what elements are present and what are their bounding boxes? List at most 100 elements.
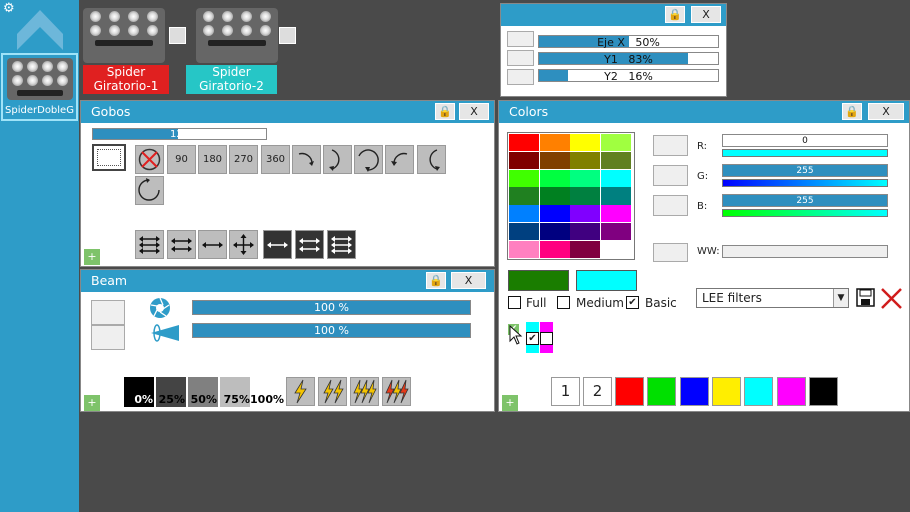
fixture-2-thumbnail[interactable] [196, 8, 278, 63]
color-grid-cell[interactable] [570, 134, 600, 152]
mode-basic-checkbox[interactable]: ✔ [626, 296, 639, 309]
color-grid-cell[interactable] [570, 240, 600, 259]
color-preset-button[interactable] [776, 377, 806, 406]
close-button[interactable]: X [868, 103, 904, 120]
color-grid-cell[interactable] [600, 187, 631, 205]
color-grid-cell[interactable] [600, 205, 631, 223]
gobo-shake-fast-1-icon[interactable] [263, 230, 292, 259]
fader-x[interactable]: Eje X 50% [538, 35, 719, 49]
color-preset-button[interactable] [679, 377, 709, 406]
dimmer-25-button[interactable]: 25% [156, 377, 186, 407]
zoom-fader[interactable]: 100 % [192, 323, 471, 338]
gobo-arc-ccw-180-icon[interactable] [417, 145, 446, 174]
gobo-arc-180-icon[interactable] [323, 145, 352, 174]
gobo-arc-270-icon[interactable] [354, 145, 383, 174]
gobo-stop-rotation-icon[interactable] [135, 145, 164, 174]
gobo-shake-4-icon[interactable] [229, 230, 258, 259]
color-preset-button[interactable] [615, 377, 644, 406]
red-fader[interactable]: 0 [722, 134, 888, 147]
dimmer-0-button[interactable]: 0% [124, 377, 154, 407]
mode-full-checkbox[interactable] [508, 296, 521, 309]
strobe-2-icon[interactable] [318, 377, 347, 406]
colors-add-button[interactable]: + [502, 395, 518, 411]
gobo-shake-1-icon[interactable] [135, 230, 164, 259]
color-grid-cell[interactable] [509, 187, 539, 205]
color-grid-cell[interactable] [570, 205, 600, 223]
settings-gear-icon[interactable]: ⚙ [3, 1, 15, 16]
gobo-rotate-180-button[interactable]: 180 [198, 145, 227, 174]
preset-2-button[interactable]: 2 [583, 377, 612, 406]
magenta-chip-checkbox[interactable] [540, 332, 553, 345]
save-icon[interactable] [856, 288, 875, 307]
fixture-2-label[interactable]: Spider Giratorio-2 [186, 65, 277, 94]
color-grid-cell[interactable] [539, 151, 570, 170]
fixture-2-select-box[interactable] [279, 27, 296, 44]
color-preset-button[interactable] [808, 377, 838, 406]
zoom-button[interactable] [91, 325, 125, 350]
color-grid-cell[interactable] [570, 151, 600, 170]
fixture-1-select-box[interactable] [169, 27, 186, 44]
blue-preset-button[interactable] [653, 195, 688, 216]
lock-icon[interactable]: 🔒 [665, 6, 685, 23]
fader-y1-button[interactable] [507, 50, 534, 66]
gobo-rotate-270-button[interactable]: 270 [229, 145, 258, 174]
magenta-chip[interactable] [540, 322, 553, 353]
color-grid-cell[interactable] [539, 187, 570, 205]
color-grid-cell[interactable] [600, 169, 631, 187]
lock-icon[interactable]: 🔒 [842, 103, 862, 120]
lock-icon[interactable]: 🔒 [435, 103, 455, 120]
color-grid-cell[interactable] [600, 151, 631, 170]
gobo-fader[interactable]: 128 [92, 128, 267, 140]
gobo-shake-fast-2-icon[interactable] [295, 230, 324, 259]
close-button[interactable]: X [451, 272, 486, 289]
fader-y2-button[interactable] [507, 69, 534, 85]
strobe-1-icon[interactable] [286, 377, 315, 406]
gobo-open-button[interactable] [92, 144, 126, 171]
ww-fader[interactable] [722, 245, 888, 258]
dimmer-100-button[interactable]: 100% [250, 377, 284, 407]
fader-y1[interactable]: Y1 83% [538, 52, 719, 66]
color-grid-cell[interactable] [539, 223, 570, 241]
close-button[interactable]: X [459, 103, 489, 120]
cyan-chip[interactable]: ✔ [526, 322, 539, 353]
color-grid-cell[interactable] [539, 240, 570, 259]
color-grid-cell[interactable] [509, 151, 539, 170]
ww-preset-button[interactable] [653, 243, 688, 262]
iris-fader[interactable]: 100 % [192, 300, 471, 315]
color-preset-button[interactable] [744, 377, 774, 406]
beam-add-button[interactable]: + [84, 395, 100, 411]
fader-x-button[interactable] [507, 31, 534, 47]
gobo-arc-90-icon[interactable] [292, 145, 321, 174]
gobo-shake-3-icon[interactable] [198, 230, 227, 259]
device-tile[interactable]: SpiderDobleG [1, 53, 78, 121]
gobo-arc-ccw-270-icon[interactable] [135, 176, 164, 205]
delete-icon[interactable] [880, 288, 903, 309]
close-button[interactable]: X [691, 6, 721, 23]
color-grid-cell[interactable] [600, 240, 631, 259]
green-fader[interactable]: 255 [722, 164, 888, 177]
color-grid-cell[interactable] [600, 223, 631, 241]
gobo-rotate-360-button[interactable]: 360 [261, 145, 290, 174]
scroll-up-chevron-icon[interactable] [17, 10, 63, 50]
color-grid-cell[interactable] [509, 240, 539, 259]
color-grid-cell[interactable] [539, 169, 570, 187]
color-grid-cell[interactable] [570, 223, 600, 241]
gobo-shake-fast-3-icon[interactable] [327, 230, 356, 259]
mode-medium-checkbox[interactable] [557, 296, 570, 309]
color-grid-cell[interactable] [570, 169, 600, 187]
color-grid-cell[interactable] [570, 187, 600, 205]
fixture-1-label[interactable]: Spider Giratorio-1 [83, 65, 169, 94]
gobo-arc-ccw-90-icon[interactable] [385, 145, 414, 174]
gobos-add-button[interactable]: + [84, 249, 100, 265]
dimmer-75-button[interactable]: 75% [220, 377, 250, 407]
blue-fader[interactable]: 255 [722, 194, 888, 207]
color-grid-cell[interactable] [509, 169, 539, 187]
red-preset-button[interactable] [653, 135, 688, 156]
color-grid-cell[interactable] [600, 134, 631, 152]
preset-1-button[interactable]: 1 [551, 377, 580, 406]
color-grid-cell[interactable] [539, 134, 570, 152]
color-preset-button[interactable] [647, 377, 677, 406]
gobo-shake-2-icon[interactable] [167, 230, 196, 259]
iris-button[interactable] [91, 300, 125, 325]
color-grid-cell[interactable] [509, 134, 539, 152]
